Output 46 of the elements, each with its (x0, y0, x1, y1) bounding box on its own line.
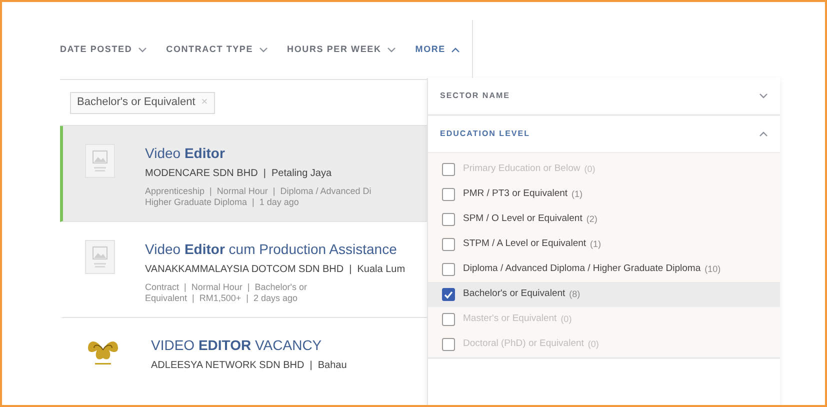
option-count: (0) (588, 338, 599, 351)
filter-dropdown[interactable]: MORE (415, 42, 460, 56)
option-count: (8) (569, 288, 580, 301)
job-title[interactable]: Video Editor cum Production Assistance (145, 240, 406, 258)
option-count: (2) (586, 212, 598, 226)
education-option[interactable]: STPM / A Level or Equivalent (1) (428, 232, 780, 257)
option-label: SPM / O Level or Equivalent (463, 212, 582, 226)
company-location: ADLEESYA NETWORK SDN BHD | Bahau (151, 359, 347, 373)
job-title[interactable]: Video Editor (145, 144, 372, 162)
job-details: Higher Graduate Diploma | 1 day ago (145, 197, 300, 208)
company-location: MODENCARE SDN BHD | Petaling Jaya (145, 167, 333, 181)
education-option[interactable]: Diploma / Advanced Diploma / Higher Graduate Diploma (10) (428, 257, 780, 282)
checkbox[interactable] (442, 288, 455, 301)
job-card[interactable]: Video Editor MODENCARE SDN BHD | Petaling Jaya Apprenticeship | Normal Hour | Diploma / Advanced Di Higher Graduate Diploma | 1 day ago (60, 126, 427, 222)
section-header[interactable]: SECTOR NAME (428, 78, 780, 114)
option-label: Doctoral (PhD) or Equivalent (463, 337, 584, 352)
option-label: Primary Education or Below (463, 162, 580, 176)
job-details: Contract | Normal Hour | Bachelor's or (145, 282, 308, 293)
filter-dropdown[interactable]: DATE POSTED (60, 42, 148, 56)
section-header[interactable]: EDUCATION LEVEL (428, 116, 780, 152)
option-label: Bachelor's or Equivalent (463, 287, 566, 302)
checkbox[interactable] (442, 238, 455, 251)
option-label: Master's or Equivalent (463, 312, 557, 326)
option-count: (10) (704, 262, 721, 276)
job-details: Equivalent | RM1,500+ | 2 days ago (145, 293, 299, 304)
checkbox[interactable] (442, 263, 455, 276)
education-option[interactable]: PMR / PT3 or Equivalent (1) (428, 182, 780, 207)
job-details: Apprenticeship | Normal Hour | Diploma / Advanced Di (145, 186, 372, 197)
option-count: (0) (560, 312, 572, 326)
filter-dropdown[interactable]: HOURS PER WEEK (287, 42, 396, 56)
job-title[interactable]: VIDEO EDITOR VACANCY (151, 336, 347, 354)
option-label: STPM / A Level or Equivalent (463, 237, 586, 252)
filter-dropdown[interactable]: CONTRACT TYPE (166, 42, 268, 56)
image-placeholder-icon (85, 240, 115, 274)
image-placeholder-icon (85, 144, 115, 178)
checkbox[interactable] (442, 213, 455, 226)
option-label: Diploma / Advanced Diploma / Higher Graduate Diploma (463, 262, 701, 276)
option-count: (1) (572, 188, 583, 201)
option-label: PMR / PT3 or Equivalent (463, 187, 568, 202)
education-option[interactable]: Bachelor's or Equivalent (8) (428, 282, 780, 307)
checkbox[interactable] (442, 188, 455, 201)
company-location: VANAKKAMMALAYSIA DOTCOM SDN BHD | Kuala Lum (145, 263, 406, 277)
option-count: (1) (590, 238, 602, 251)
education-option[interactable]: SPM / O Level or Equivalent (2) (428, 207, 780, 232)
option-count: (0) (584, 162, 596, 176)
chip-label: Bachelor's or Equivalent (77, 95, 196, 110)
